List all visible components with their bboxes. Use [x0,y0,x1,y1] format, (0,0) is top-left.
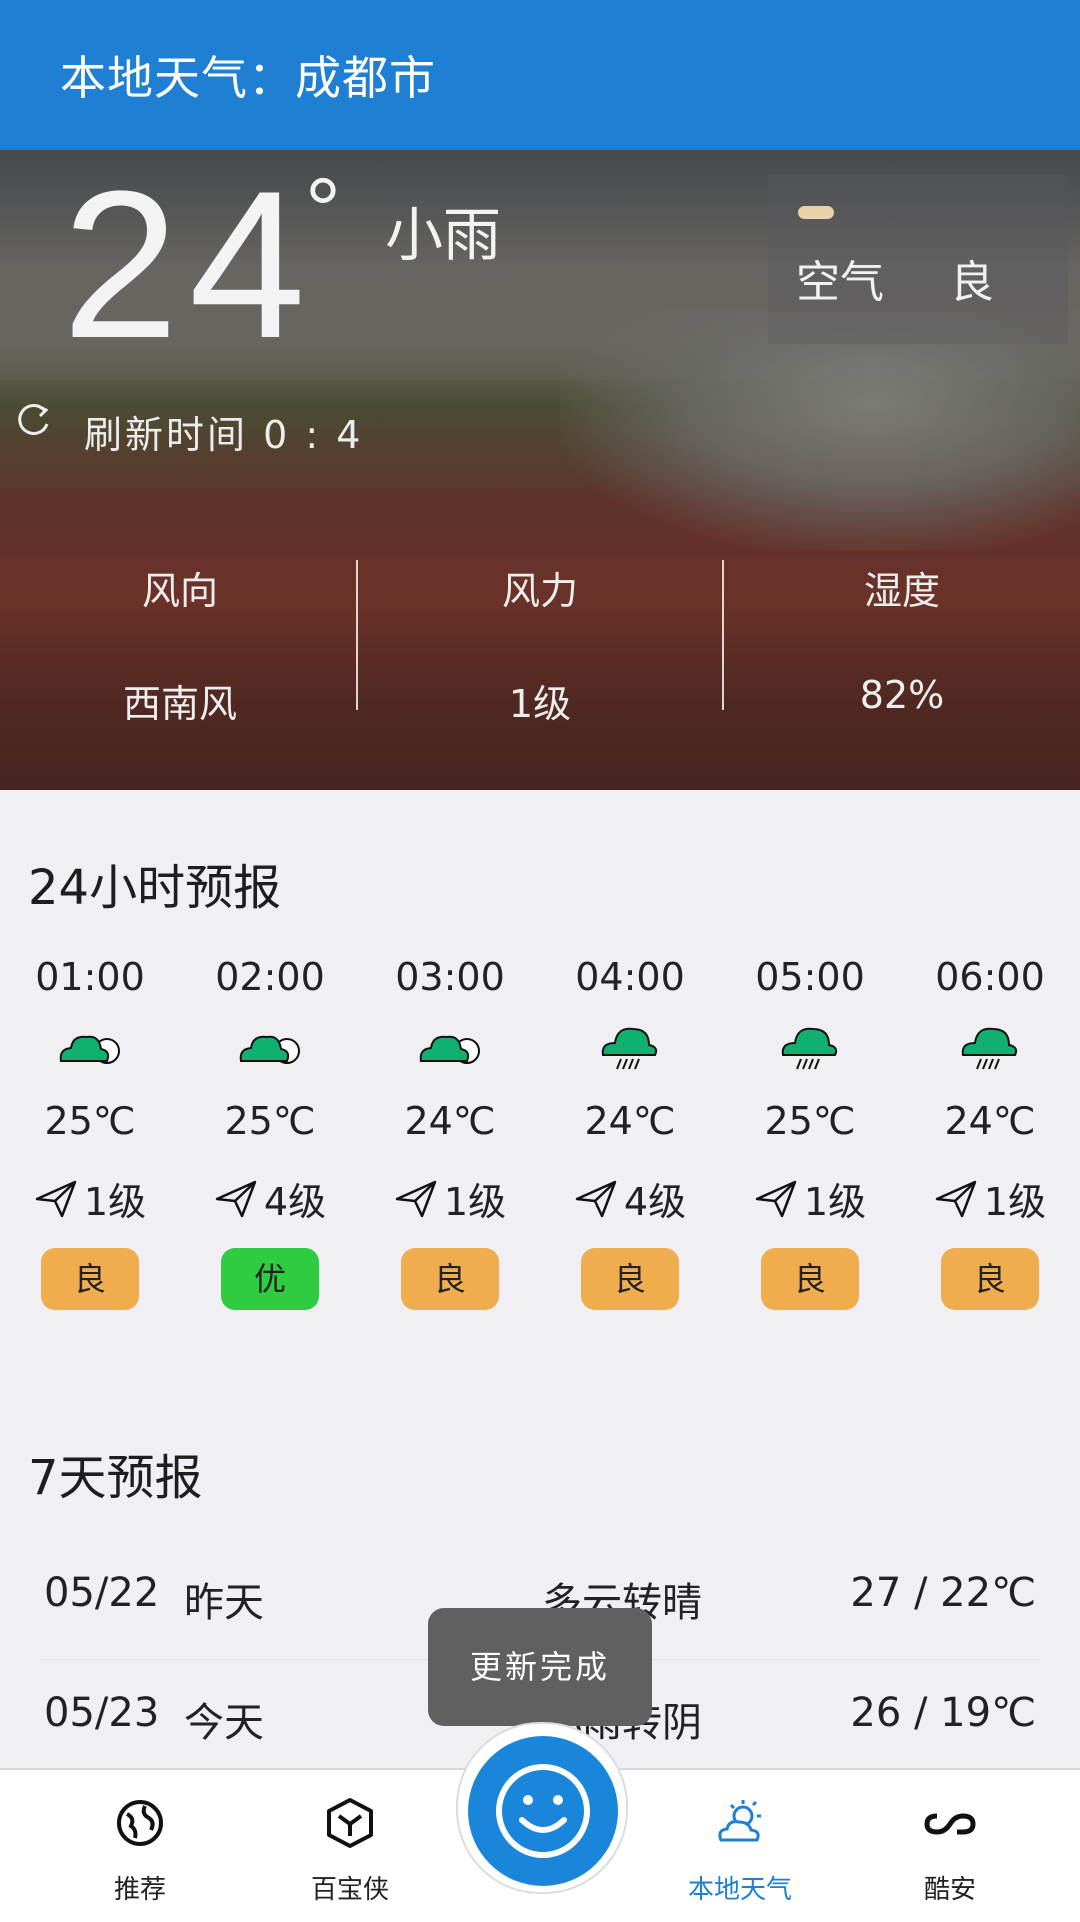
current-condition: 小雨 [385,201,502,269]
daily-forecast-title: 7天预报 [28,1450,203,1506]
day-name: 昨天 [184,1580,264,1626]
hour-time: 04:00 [575,955,685,999]
current-weather-panel: 24 ° 小雨 空气 良 刷新时间 0 : 4 风向 西南风 风力 1级 湿度 … [0,150,1080,790]
stat-label: 风向 [141,569,218,613]
aqi-badge: 良 [401,1248,499,1310]
hour-wind-level: 1级 [803,1180,867,1224]
hour-temperature: 24℃ [404,1099,496,1143]
hour-time: 06:00 [935,955,1045,999]
hourly-item[interactable]: 05:00 25℃ 1级 良 [720,955,900,1310]
hour-wind: 1级 [720,1171,900,1226]
hour-wind-level: 1级 [443,1180,507,1224]
hour-wind: 1级 [360,1171,540,1226]
page-title: 本地天气：成都市 [60,51,436,105]
hour-wind-level: 4级 [263,1180,327,1224]
rain-icon [961,1027,1018,1070]
aqi-badge: 良 [41,1248,139,1310]
stat-label: 风力 [501,569,578,613]
smiley-icon [496,1764,590,1858]
hour-time: 01:00 [35,955,145,999]
coolapk-icon [924,1813,976,1835]
day-date: 05/23 [44,1690,160,1736]
hour-temperature: 25℃ [224,1099,316,1143]
hourly-forecast-title: 24小时预报 [28,860,282,916]
hourly-item[interactable]: 01:00 25℃ 1级 良 [0,955,180,1310]
hour-wind: 1级 [900,1171,1080,1226]
current-temperature: 24 [62,150,316,382]
day-date: 05/22 [44,1570,160,1616]
nav-label: 百宝侠 [310,1875,389,1905]
cloudy-icon [239,1035,300,1064]
hour-wind-level: 1级 [83,1180,147,1224]
toast-message: 更新完成 [428,1608,652,1726]
hour-temperature: 24℃ [944,1099,1036,1143]
divider [356,560,358,710]
hour-time: 05:00 [755,955,865,999]
hourly-item[interactable]: 06:00 24℃ 1级 良 [900,955,1080,1310]
hour-temperature: 25℃ [44,1099,136,1143]
nav-recommend[interactable]: 推荐 [60,1796,220,1906]
air-quality-card[interactable]: 空气 良 [768,174,1068,344]
aqi-badge: 优 [221,1248,319,1310]
air-quality-value: 良 [950,257,994,308]
refresh-time: 刷新时间 0 : 4 [84,413,364,457]
hourly-forecast-list[interactable]: 01:00 25℃ 1级 良 02:00 25℃ 4级 优 03:00 24℃ … [0,955,1080,1345]
stat-value: 82% [859,673,945,717]
paper-plane-icon [755,1180,797,1217]
nav-label: 酷安 [923,1875,976,1905]
cloudy-icon [419,1035,480,1064]
rain-icon [601,1027,658,1070]
hour-wind: 4级 [180,1171,360,1226]
aqi-badge: 良 [581,1248,679,1310]
hourly-item[interactable]: 04:00 24℃ 4级 良 [540,955,720,1310]
degree-symbol: ° [305,161,341,261]
hour-wind: 1级 [0,1171,180,1226]
rain-icon [781,1027,838,1070]
hour-wind-level: 1级 [983,1180,1047,1224]
day-temp-range: 27 / 22℃ [850,1570,1036,1616]
nav-label: 本地天气 [687,1875,792,1905]
nav-baibaoxia[interactable]: 百宝侠 [270,1796,430,1906]
nav-local-weather[interactable]: 本地天气 [660,1796,820,1906]
aqi-badge: 良 [761,1248,859,1310]
hour-time: 03:00 [395,955,505,999]
weather-icon [718,1800,761,1842]
paper-plane-icon [935,1180,977,1217]
stat-wind-force: 风力 1级 [360,560,720,728]
hour-time: 02:00 [215,955,325,999]
day-temp-range: 26 / 19℃ [850,1690,1036,1736]
air-quality-label: 空气 [796,257,884,308]
cloudy-icon [59,1035,120,1064]
day-name: 今天 [184,1700,264,1746]
paper-plane-icon [575,1180,617,1217]
stat-value: 1级 [508,682,572,726]
hourly-item[interactable]: 03:00 24℃ 1级 良 [360,955,540,1310]
paper-plane-icon [395,1180,437,1217]
hour-temperature: 25℃ [764,1099,856,1143]
center-smiley-button[interactable] [468,1736,618,1886]
globe-icon [117,1800,163,1846]
hourly-item[interactable]: 02:00 25℃ 4级 优 [180,955,360,1310]
cube-icon [327,1798,373,1848]
nav-label: 推荐 [113,1875,166,1905]
refresh-icon[interactable] [14,400,54,440]
paper-plane-icon [35,1180,77,1217]
nav-coolapk[interactable]: 酷安 [870,1796,1030,1906]
aqi-badge: 良 [941,1248,1039,1310]
hour-temperature: 24℃ [584,1099,676,1143]
stat-label: 湿度 [863,569,940,613]
app-bar: 本地天气：成都市 [0,0,1080,150]
paper-plane-icon [215,1180,257,1217]
stat-humidity: 湿度 82% [722,560,1080,717]
stat-value: 西南风 [122,682,237,726]
hour-wind-level: 4级 [623,1180,687,1224]
aqi-indicator-bar [798,206,834,219]
hour-wind: 4级 [540,1171,720,1226]
stat-wind-direction: 风向 西南风 [0,560,360,728]
